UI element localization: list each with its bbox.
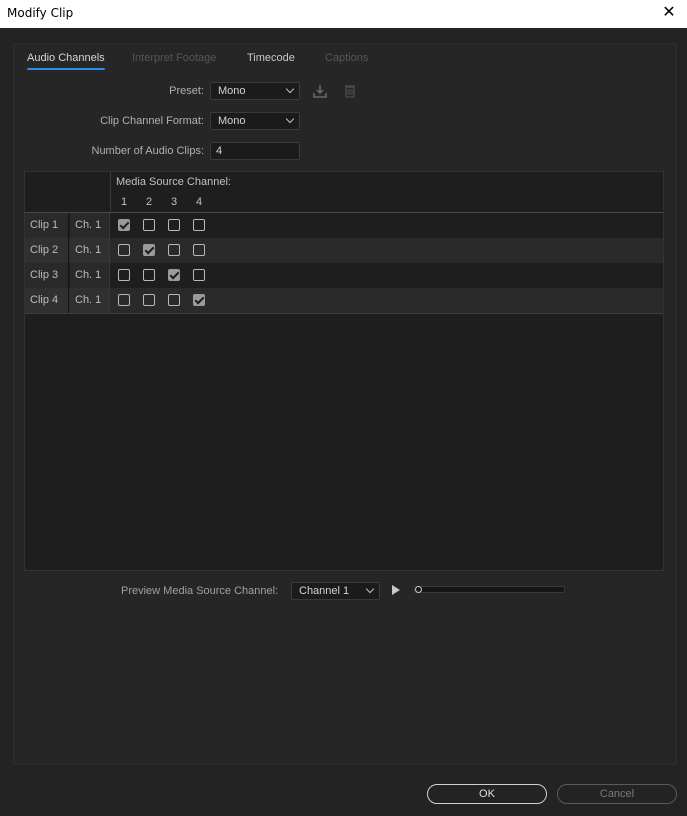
column-number: 4: [195, 196, 203, 208]
tab-interpret-footage[interactable]: Interpret Footage: [132, 52, 216, 64]
chevron-down-icon: [365, 584, 375, 594]
clip-channel-format-label: Clip Channel Format:: [100, 115, 204, 127]
channel-checkbox[interactable]: [118, 269, 130, 281]
channel-checkbox[interactable]: [193, 219, 205, 231]
grid-rows-end-divider: [25, 313, 663, 314]
preset-dropdown[interactable]: Mono: [210, 82, 300, 100]
chevron-down-icon: [285, 114, 295, 124]
media-source-channel-header: Media Source Channel:: [116, 176, 231, 188]
channel-checkbox[interactable]: [118, 244, 130, 256]
channel-checkbox[interactable]: [168, 219, 180, 231]
channel-checkbox[interactable]: [143, 244, 155, 256]
clip-channel-format-dropdown[interactable]: Mono: [210, 112, 300, 130]
table-row: Clip 4 Ch. 1: [25, 288, 663, 313]
clip-name-cell: Clip 4: [25, 288, 69, 313]
tab-audio-channels[interactable]: Audio Channels: [27, 52, 105, 70]
table-row: Clip 1 Ch. 1: [25, 213, 663, 238]
title-bar: Modify Clip ✕: [0, 0, 687, 28]
tab-captions[interactable]: Captions: [325, 52, 368, 64]
column-number: 3: [170, 196, 178, 208]
channel-grid: Media Source Channel: 1 2 3 4 Clip 1 Ch. …: [24, 171, 664, 571]
table-row: Clip 3 Ch. 1: [25, 263, 663, 288]
channel-checkbox[interactable]: [143, 219, 155, 231]
clip-name-cell: Clip 3: [25, 263, 69, 288]
channel-checkbox[interactable]: [168, 244, 180, 256]
table-row: Clip 2 Ch. 1: [25, 238, 663, 263]
channel-checkbox[interactable]: [143, 269, 155, 281]
tab-timecode[interactable]: Timecode: [247, 52, 295, 64]
play-icon[interactable]: [392, 585, 400, 595]
ok-button[interactable]: OK: [427, 784, 547, 804]
channel-checkbox[interactable]: [193, 244, 205, 256]
channel-checkbox[interactable]: [168, 294, 180, 306]
clip-channel-cell: Ch. 1: [70, 238, 110, 263]
channel-checkbox[interactable]: [118, 294, 130, 306]
channel-checkbox[interactable]: [193, 294, 205, 306]
delete-preset-icon[interactable]: [342, 83, 358, 99]
clip-name-cell: Clip 1: [25, 213, 69, 238]
window-title: Modify Clip: [7, 6, 74, 20]
column-number: 2: [145, 196, 153, 208]
channel-checkbox[interactable]: [193, 269, 205, 281]
preset-value: Mono: [218, 85, 246, 97]
channel-checkbox[interactable]: [168, 269, 180, 281]
clip-name-cell: Clip 2: [25, 238, 69, 263]
cancel-button[interactable]: Cancel: [557, 784, 677, 804]
preview-scrubber[interactable]: [414, 586, 565, 593]
clip-channel-cell: Ch. 1: [70, 288, 110, 313]
number-of-audio-clips-input[interactable]: 4: [210, 142, 300, 160]
close-icon[interactable]: ✕: [657, 2, 681, 24]
number-of-audio-clips-value: 4: [216, 145, 223, 157]
preset-label: Preset:: [169, 85, 204, 97]
preview-channel-value: Channel 1: [299, 585, 350, 597]
clip-channel-cell: Ch. 1: [70, 213, 110, 238]
preview-media-source-channel-label: Preview Media Source Channel:: [121, 585, 279, 597]
grid-header-corner: [25, 172, 111, 212]
channel-checkbox[interactable]: [118, 219, 130, 231]
clip-channel-format-value: Mono: [218, 115, 246, 127]
clip-channel-cell: Ch. 1: [70, 263, 110, 288]
column-number: 1: [120, 196, 128, 208]
playhead-handle[interactable]: [415, 586, 422, 593]
save-preset-icon[interactable]: [312, 83, 328, 99]
channel-checkbox[interactable]: [143, 294, 155, 306]
chevron-down-icon: [285, 84, 295, 94]
dialog-panel: Audio Channels Interpret Footage Timecod…: [13, 43, 677, 765]
number-of-audio-clips-label: Number of Audio Clips:: [91, 145, 205, 157]
preview-channel-dropdown[interactable]: Channel 1: [291, 582, 380, 600]
